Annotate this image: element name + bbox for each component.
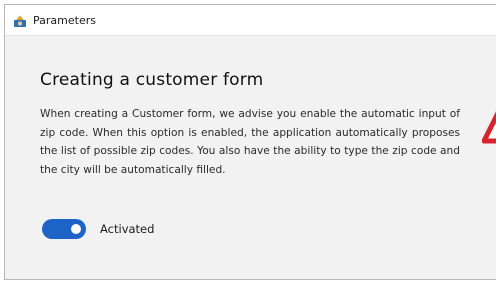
gear-app-icon bbox=[13, 13, 27, 27]
parameters-window: Parameters Creating a customer form When… bbox=[4, 4, 496, 280]
title-bar: Parameters bbox=[5, 5, 496, 36]
section-description: When creating a Customer form, we advise… bbox=[40, 108, 460, 176]
content-area: Creating a customer form When creating a… bbox=[5, 36, 496, 179]
section-heading: Creating a customer form bbox=[40, 70, 264, 90]
toggle-knob bbox=[71, 224, 81, 234]
toggle-label: Activated bbox=[100, 222, 155, 236]
window-title: Parameters bbox=[33, 13, 96, 27]
activated-toggle[interactable] bbox=[42, 219, 86, 239]
warning-icon bbox=[481, 97, 496, 157]
activated-toggle-row: Activated bbox=[42, 219, 154, 239]
